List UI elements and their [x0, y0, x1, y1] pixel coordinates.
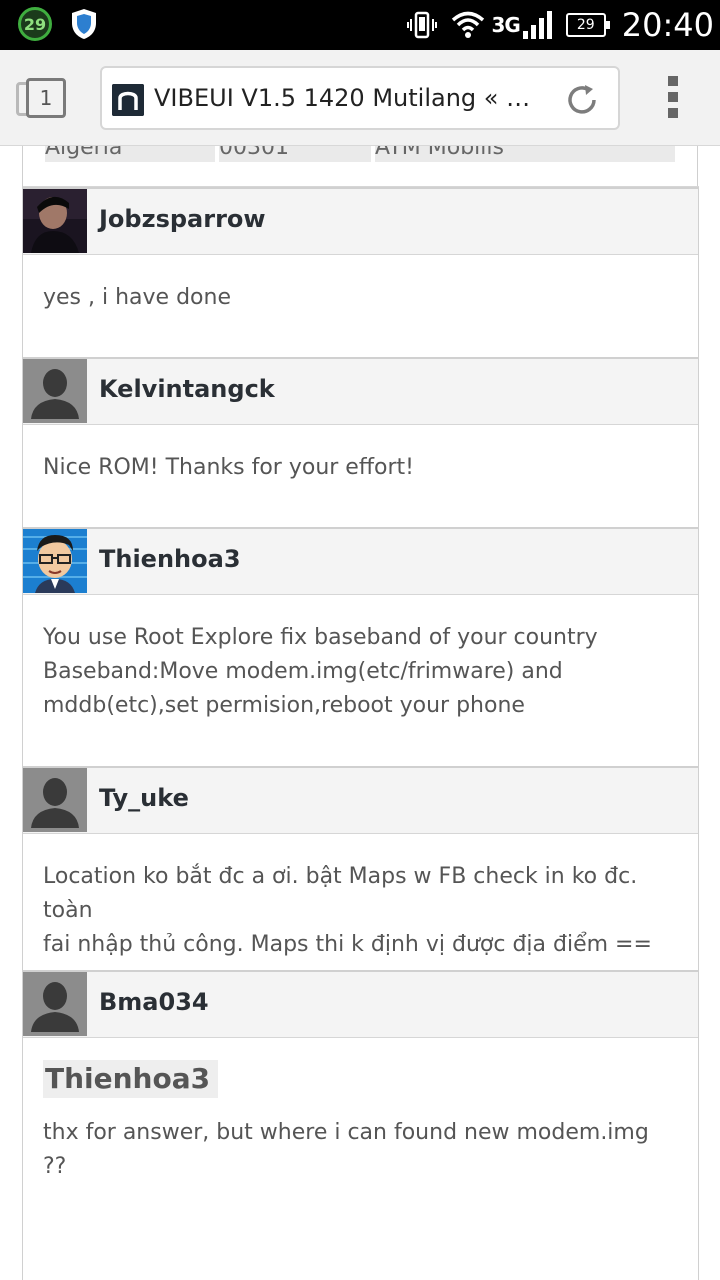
- forum-thread: Algeria 00301 ATM Mobilis Jobzsparrow ye…: [0, 146, 720, 1280]
- post-header: Thienhoa3: [23, 529, 698, 595]
- notification-badge-icon: 29: [18, 7, 52, 41]
- battery-icon: 29: [565, 13, 610, 37]
- post-body: You use Root Explore fix baseband of you…: [23, 595, 698, 723]
- post-header: Bma034: [23, 972, 698, 1038]
- post-body: Location ko bắt đc a ơi. bật Maps w FB c…: [23, 834, 698, 962]
- table-cell: ATM Mobilis: [375, 146, 675, 162]
- post-text: Nice ROM! Thanks for your effort!: [43, 455, 414, 480]
- post-text-line: mddb(etc),set permision,reboot your phon…: [43, 693, 525, 718]
- post: Kelvintangck Nice ROM! Thanks for your e…: [22, 357, 699, 528]
- browser-toolbar: 1 VIBEUI V1.5 1420 Mutilang « Ne...: [0, 50, 720, 146]
- clock: 20:40: [621, 6, 714, 44]
- default-avatar[interactable]: [23, 768, 87, 832]
- post: Bma034 Thienhoa3 thx for answer, but whe…: [22, 970, 699, 1280]
- post: Thienhoa3 You use Root Explore fix baseb…: [22, 527, 699, 767]
- username[interactable]: Ty_uke: [99, 784, 189, 812]
- page-title: VIBEUI V1.5 1420 Mutilang « Ne...: [154, 84, 544, 112]
- quote-author[interactable]: Thienhoa3: [43, 1060, 219, 1098]
- cartoon-avatar[interactable]: [23, 529, 87, 593]
- table-fragment: Algeria 00301 ATM Mobilis: [22, 146, 699, 188]
- post-text-line: You use Root Explore fix baseband of you…: [43, 625, 598, 650]
- network-type: 3G: [491, 13, 520, 37]
- post: Ty_uke Location ko bắt đc a ơi. bật Maps…: [22, 766, 699, 971]
- reload-icon[interactable]: [564, 82, 600, 118]
- status-bar: 29 3G 29 20:40: [0, 0, 720, 50]
- username[interactable]: Thienhoa3: [99, 545, 241, 573]
- post-body: Nice ROM! Thanks for your effort!: [23, 425, 698, 485]
- tabs-button[interactable]: 1: [16, 78, 68, 120]
- post-body: Thienhoa3 thx for answer, but where i ca…: [23, 1038, 698, 1184]
- post-text: yes , i have done: [43, 285, 231, 310]
- post-header: Jobzsparrow: [23, 189, 698, 255]
- user-photo-avatar[interactable]: [23, 189, 87, 253]
- post-text-line: Location ko bắt đc a ơi. bật Maps w FB c…: [43, 864, 638, 923]
- post: Jobzsparrow yes , i have done: [22, 187, 699, 358]
- default-avatar[interactable]: [23, 359, 87, 423]
- post-text: thx for answer, but where i can found ne…: [43, 1120, 649, 1179]
- overflow-menu-icon[interactable]: [658, 76, 688, 122]
- table-cell: 00301: [219, 146, 371, 162]
- signal-icon: [522, 11, 552, 39]
- shield-icon: [72, 9, 96, 39]
- post-header: Ty_uke: [23, 768, 698, 834]
- vibrate-icon: [407, 11, 438, 39]
- address-bar[interactable]: VIBEUI V1.5 1420 Mutilang « Ne...: [100, 66, 620, 130]
- tab-count: 1: [26, 78, 66, 118]
- table-cell: Algeria: [45, 146, 215, 162]
- post-body: yes , i have done: [23, 255, 698, 315]
- username[interactable]: Bma034: [99, 988, 209, 1016]
- wifi-icon: [452, 11, 485, 38]
- favicon-icon: [112, 84, 144, 116]
- post-header: Kelvintangck: [23, 359, 698, 425]
- post-text-line: Baseband:Move modem.img(etc/frimware) an…: [43, 659, 563, 684]
- default-avatar[interactable]: [23, 972, 87, 1036]
- username[interactable]: Kelvintangck: [99, 375, 275, 403]
- post-text-line: fai nhập thủ công. Maps thi k định vị đư…: [43, 932, 652, 957]
- username[interactable]: Jobzsparrow: [99, 205, 266, 233]
